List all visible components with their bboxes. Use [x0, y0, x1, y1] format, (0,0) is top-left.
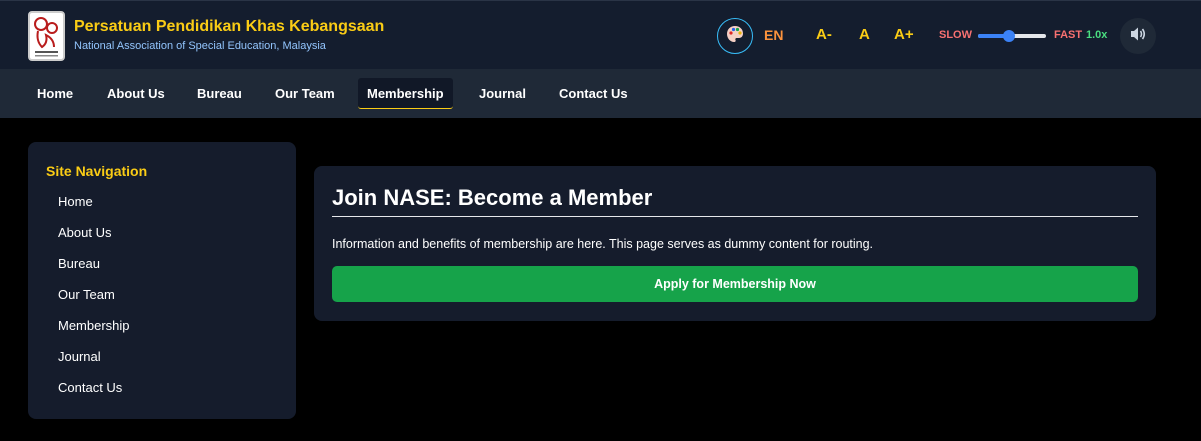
sidebar-item-contact-us[interactable]: Contact Us — [58, 380, 122, 395]
sound-toggle-button[interactable] — [1120, 18, 1156, 54]
sidebar-item-our-team[interactable]: Our Team — [58, 287, 115, 302]
font-decrease-button[interactable]: A- — [816, 26, 832, 43]
sidebar-item-membership[interactable]: Membership — [58, 318, 130, 333]
site-title: Persatuan Pendidikan Khas Kebangsaan — [74, 18, 385, 35]
sidebar-item-home[interactable]: Home — [58, 194, 93, 209]
nav-item-home[interactable]: Home — [28, 78, 82, 109]
speed-fast-label: FAST — [1054, 29, 1083, 41]
speed-slider-thumb[interactable] — [1002, 30, 1015, 42]
organization-logo-icon[interactable] — [28, 11, 65, 61]
site-subtitle: National Association of Special Educatio… — [74, 40, 326, 52]
page-description: Information and benefits of membership a… — [332, 237, 874, 251]
nav-item-contact-us[interactable]: Contact Us — [550, 78, 637, 109]
nav-item-bureau[interactable]: Bureau — [188, 78, 251, 109]
theme-palette-button[interactable] — [717, 18, 753, 54]
sidebar-item-about-us[interactable]: About Us — [58, 225, 111, 240]
title-divider — [332, 216, 1138, 217]
nav-item-our-team[interactable]: Our Team — [266, 78, 344, 109]
font-reset-button[interactable]: A — [859, 26, 870, 43]
nav-item-membership[interactable]: Membership — [358, 78, 453, 109]
sidebar-item-bureau[interactable]: Bureau — [58, 256, 100, 271]
main-nav: Home About Us Bureau Our Team Membership… — [0, 69, 1201, 118]
apply-membership-button[interactable]: Apply for Membership Now — [332, 266, 1138, 302]
font-increase-button[interactable]: A+ — [894, 26, 914, 43]
speech-speed-slider[interactable] — [978, 30, 1046, 42]
site-navigation-panel: Site Navigation Home About Us Bureau Our… — [28, 142, 296, 419]
membership-card: Join NASE: Become a Member Information a… — [314, 166, 1156, 321]
speed-slow-label: SLOW — [939, 29, 972, 41]
speed-value: 1.0x — [1086, 29, 1108, 41]
palette-icon — [725, 24, 745, 49]
site-navigation-title: Site Navigation — [46, 163, 148, 179]
language-toggle-button[interactable]: EN — [764, 27, 783, 43]
nav-item-about-us[interactable]: About Us — [98, 78, 174, 109]
page-title: Join NASE: Become a Member — [332, 185, 653, 210]
nav-item-journal[interactable]: Journal — [470, 78, 535, 109]
top-header: Persatuan Pendidikan Khas Kebangsaan Nat… — [0, 0, 1201, 69]
sidebar-item-journal[interactable]: Journal — [58, 349, 101, 364]
speaker-icon — [1128, 24, 1148, 49]
